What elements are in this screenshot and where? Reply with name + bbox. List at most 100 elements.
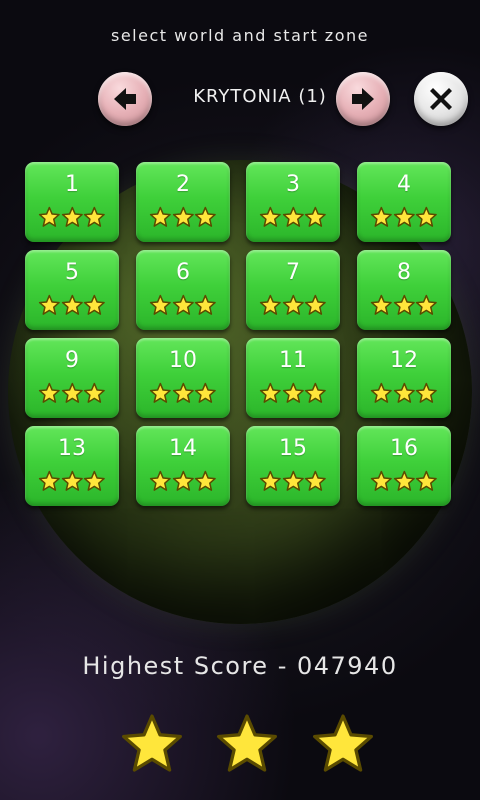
zone-button-2[interactable]: 2 [136,162,230,242]
previous-world-button[interactable] [98,72,152,126]
zone-number: 13 [58,436,86,461]
world-title: KRYTONIA (1) [193,86,327,107]
zone-stars [370,294,438,318]
arrow-left-icon [114,88,136,110]
star-icon [217,714,277,772]
arrow-right-icon [352,88,374,110]
star-icon [84,470,106,491]
zone-button-6[interactable]: 6 [136,250,230,330]
star-icon [282,294,304,315]
zone-number: 4 [397,172,411,197]
star-icon [149,470,171,491]
zone-stars [259,206,327,230]
zone-stars [370,470,438,494]
zone-button-7[interactable]: 7 [246,250,340,330]
zone-number: 12 [390,348,418,373]
star-icon [305,470,327,491]
zone-stars [38,470,106,494]
star-icon [84,206,106,227]
star-icon [393,382,415,403]
star-icon [416,382,438,403]
star-icon [172,382,194,403]
zone-stars [259,470,327,494]
zone-button-5[interactable]: 5 [25,250,119,330]
star-icon [416,294,438,315]
star-icon [122,714,182,772]
zone-stars [149,206,217,230]
star-icon [282,206,304,227]
zone-number: 14 [169,436,197,461]
star-icon [195,206,217,227]
close-button[interactable] [414,72,468,126]
star-icon [313,714,373,772]
zone-number: 16 [390,436,418,461]
zone-number: 1 [65,172,79,197]
zone-number: 7 [286,260,300,285]
star-icon [149,294,171,315]
star-icon [282,382,304,403]
zone-button-8[interactable]: 8 [357,250,451,330]
next-world-button[interactable] [336,72,390,126]
star-icon [393,206,415,227]
zone-stars [259,382,327,406]
highest-score: Highest Score - 047940 [82,652,398,680]
star-icon [38,294,60,315]
star-icon [84,294,106,315]
zone-number: 5 [65,260,79,285]
star-icon [172,206,194,227]
zone-button-15[interactable]: 15 [246,426,340,506]
star-icon [38,382,60,403]
star-icon [172,294,194,315]
zone-button-4[interactable]: 4 [357,162,451,242]
zone-button-3[interactable]: 3 [246,162,340,242]
zone-button-11[interactable]: 11 [246,338,340,418]
screen-subtitle: select world and start zone [111,26,369,45]
zone-stars [38,206,106,230]
star-icon [416,206,438,227]
zone-button-1[interactable]: 1 [25,162,119,242]
zone-number: 3 [286,172,300,197]
zone-stars [259,294,327,318]
zone-stars [149,382,217,406]
zone-button-13[interactable]: 13 [25,426,119,506]
zone-button-14[interactable]: 14 [136,426,230,506]
star-icon [61,470,83,491]
zone-number: 10 [169,348,197,373]
zone-number: 8 [397,260,411,285]
star-icon [61,294,83,315]
zone-number: 9 [65,348,79,373]
star-icon [393,294,415,315]
star-icon [172,470,194,491]
zone-stars [149,294,217,318]
zone-button-10[interactable]: 10 [136,338,230,418]
zone-number: 6 [176,260,190,285]
star-icon [38,206,60,227]
star-icon [195,382,217,403]
zone-number: 2 [176,172,190,197]
star-icon [393,470,415,491]
star-icon [84,382,106,403]
star-icon [149,382,171,403]
zone-stars [38,294,106,318]
zone-stars [370,206,438,230]
zone-button-16[interactable]: 16 [357,426,451,506]
zone-button-9[interactable]: 9 [25,338,119,418]
star-icon [305,294,327,315]
star-icon [195,470,217,491]
star-icon [416,470,438,491]
zone-stars [370,382,438,406]
star-icon [370,206,392,227]
star-icon [259,294,281,315]
star-icon [259,206,281,227]
star-icon [259,470,281,491]
zone-stars [38,382,106,406]
zone-number: 15 [279,436,307,461]
zone-button-12[interactable]: 12 [357,338,451,418]
star-icon [195,294,217,315]
star-icon [149,206,171,227]
star-icon [370,382,392,403]
star-icon [61,382,83,403]
star-icon [305,382,327,403]
star-icon [259,382,281,403]
star-icon [305,206,327,227]
